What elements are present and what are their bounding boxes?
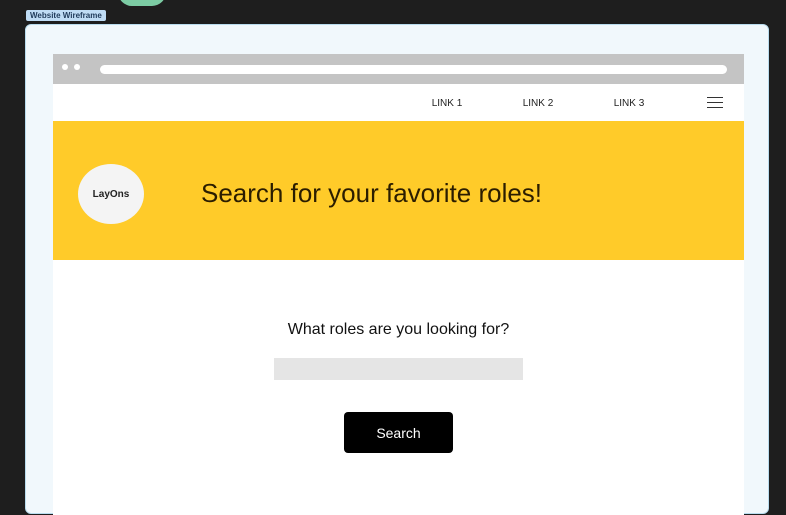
search-input[interactable] bbox=[274, 358, 523, 380]
frame-label[interactable]: Website Wireframe bbox=[26, 10, 106, 21]
nav-link-3[interactable]: LINK 3 bbox=[599, 84, 659, 120]
hero-banner: LayOns Search for your favorite roles! bbox=[53, 121, 744, 260]
canvas-accent-shape bbox=[118, 0, 166, 6]
page-content: LINK 1 LINK 2 LINK 3 LayOns Search for y… bbox=[53, 84, 744, 515]
window-dot-icon bbox=[74, 64, 80, 70]
nav-link-1[interactable]: LINK 1 bbox=[417, 84, 477, 120]
hamburger-menu-icon[interactable] bbox=[707, 96, 723, 109]
url-bar[interactable] bbox=[100, 65, 727, 74]
search-button[interactable]: Search bbox=[344, 412, 453, 453]
window-dot-icon bbox=[62, 64, 68, 70]
search-question: What roles are you looking for? bbox=[287, 321, 510, 338]
hero-title: Search for your favorite roles! bbox=[201, 178, 543, 208]
nav-link-2[interactable]: LINK 2 bbox=[508, 84, 568, 120]
logo-text: LayOns bbox=[92, 188, 130, 200]
browser-toolbar bbox=[53, 54, 744, 84]
logo[interactable]: LayOns bbox=[78, 164, 144, 224]
top-nav: LINK 1 LINK 2 LINK 3 bbox=[53, 84, 744, 120]
wireframe-frame: LINK 1 LINK 2 LINK 3 LayOns Search for y… bbox=[25, 24, 769, 515]
